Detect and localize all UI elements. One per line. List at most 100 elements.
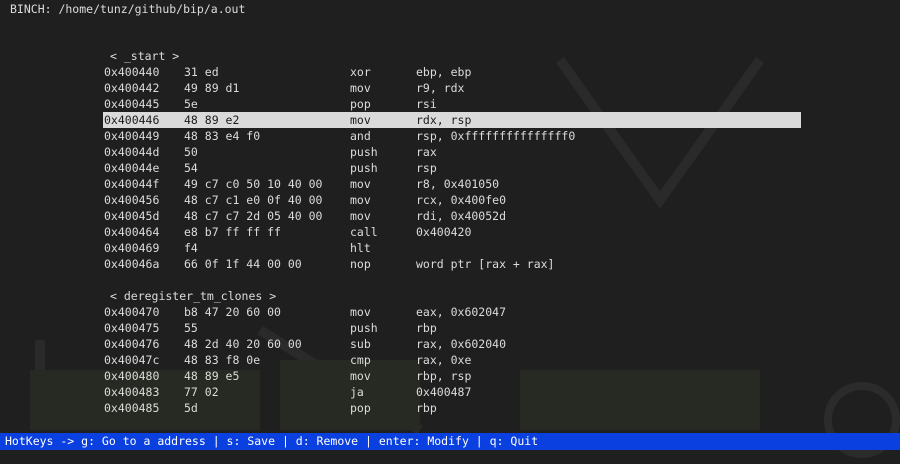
instruction-address: 0x400469 [104, 241, 160, 255]
instruction-operands: ebp, ebp [416, 65, 472, 79]
instruction-row[interactable]: 0x400464 e8 b7 ff ff ff call 0x400420 [0, 224, 900, 240]
instruction-bytes: 50 [184, 145, 198, 159]
instruction-row[interactable]: 0x40044d 50 push rax [0, 144, 900, 160]
instruction-row[interactable]: 0x400470 b8 47 20 60 00 mov eax, 0x602047 [0, 304, 900, 320]
instruction-operands: rcx, 0x400fe0 [416, 193, 507, 207]
instruction-address: 0x400480 [104, 369, 160, 383]
instruction-address: 0x400475 [104, 321, 160, 335]
instruction-bytes: 48 c7 c7 2d 05 40 00 [184, 209, 323, 223]
instruction-row-selected[interactable]: 0x400446 48 89 e2 mov rdx, rsp [103, 112, 801, 128]
instruction-address: 0x400449 [104, 129, 160, 143]
instruction-operands: rdi, 0x40052d [416, 209, 507, 223]
instruction-bytes: 66 0f 1f 44 00 00 [184, 257, 302, 271]
instruction-row[interactable]: 0x400475 55 push rbp [0, 320, 900, 336]
instruction-bytes: e8 b7 ff ff ff [184, 225, 281, 239]
window-title: BINCH: /home/tunz/github/bip/a.out [10, 2, 246, 16]
instruction-mnemonic: mov [350, 209, 371, 223]
instruction-row[interactable]: 0x400483 77 02 ja 0x400487 [0, 384, 900, 400]
instruction-bytes: 49 c7 c0 50 10 40 00 [184, 177, 323, 191]
instruction-mnemonic: mov [350, 113, 371, 127]
instruction-row[interactable]: 0x400469 f4 hlt [0, 240, 900, 256]
instruction-operands: rsp [416, 161, 437, 175]
instruction-mnemonic: sub [350, 337, 371, 351]
instruction-operands: 0x400487 [416, 385, 472, 399]
instruction-operands: 0x400420 [416, 225, 472, 239]
instruction-address: 0x40047c [104, 353, 160, 367]
instruction-address: 0x400442 [104, 81, 160, 95]
instruction-address: 0x400445 [104, 97, 160, 111]
instruction-address: 0x400476 [104, 337, 160, 351]
instruction-address: 0x400446 [104, 113, 160, 127]
instruction-row[interactable]: 0x40044e 54 push rsp [0, 160, 900, 176]
instruction-bytes: 31 ed [184, 65, 219, 79]
instruction-operands: r9, rdx [416, 81, 465, 95]
instruction-bytes: f4 [184, 241, 198, 255]
instruction-address: 0x40044d [104, 145, 160, 159]
instruction-mnemonic: nop [350, 257, 371, 271]
instruction-operands: rsp, 0xfffffffffffffff0 [416, 129, 576, 143]
instruction-row[interactable]: 0x400445 5e pop rsi [0, 96, 900, 112]
instruction-bytes: 48 2d 40 20 60 00 [184, 337, 302, 351]
instruction-address: 0x40045d [104, 209, 160, 223]
instruction-mnemonic: mov [350, 81, 371, 95]
instruction-row[interactable]: 0x40047c 48 83 f8 0e cmp rax, 0xe [0, 352, 900, 368]
instruction-address: 0x40046a [104, 257, 160, 271]
instruction-bytes: 54 [184, 161, 198, 175]
instruction-mnemonic: cmp [350, 353, 371, 367]
instruction-mnemonic: mov [350, 177, 371, 191]
hotkeys-bar: HotKeys -> g: Go to a address | s: Save … [0, 433, 900, 450]
instruction-mnemonic: push [350, 161, 378, 175]
instruction-operands: rbp [416, 321, 437, 335]
instruction-address: 0x400483 [104, 385, 160, 399]
instruction-mnemonic: mov [350, 305, 371, 319]
instruction-bytes: b8 47 20 60 00 [184, 305, 281, 319]
instruction-operands: rax, 0xe [416, 353, 472, 367]
instruction-row[interactable]: 0x40046a 66 0f 1f 44 00 00 nop word ptr [ra… [0, 256, 900, 272]
instruction-mnemonic: pop [350, 97, 371, 111]
instruction-bytes: 48 83 e4 f0 [184, 129, 261, 143]
instruction-mnemonic: and [350, 129, 371, 143]
instruction-row[interactable]: 0x400485 5d pop rbp [0, 400, 900, 416]
instruction-bytes: 5d [184, 401, 198, 415]
instruction-bytes: 48 89 e5 [184, 369, 240, 383]
instruction-row[interactable]: 0x40045d 48 c7 c7 2d 05 40 00 mov rdi, 0x40… [0, 208, 900, 224]
instruction-mnemonic: mov [350, 193, 371, 207]
instruction-row[interactable]: 0x400440 31 ed xor ebp, ebp [0, 64, 900, 80]
instruction-bytes: 49 89 d1 [184, 81, 240, 95]
instruction-operands: rax [416, 145, 437, 159]
disassembly-listing[interactable]: < _start >0x400440 31 ed xor ebp, ebp 0x4004… [0, 48, 900, 416]
instruction-address: 0x400485 [104, 401, 160, 415]
instruction-operands: rbp [416, 401, 437, 415]
instruction-address: 0x400470 [104, 305, 160, 319]
instruction-mnemonic: push [350, 145, 378, 159]
instruction-mnemonic: ja [350, 385, 364, 399]
instruction-row[interactable]: 0x400480 48 89 e5 mov rbp, rsp [0, 368, 900, 384]
instruction-mnemonic: pop [350, 401, 371, 415]
instruction-operands: rsi [416, 97, 437, 111]
instruction-operands: rax, 0x602040 [416, 337, 507, 351]
instruction-mnemonic: call [350, 225, 378, 239]
instruction-row[interactable]: 0x400456 48 c7 c1 e0 0f 40 00 mov rcx, 0x40… [0, 192, 900, 208]
instruction-mnemonic: xor [350, 65, 371, 79]
instruction-bytes: 48 89 e2 [184, 113, 240, 127]
instruction-address: 0x40044f [104, 177, 160, 191]
instruction-operands: r8, 0x401050 [416, 177, 500, 191]
instruction-row[interactable]: 0x400442 49 89 d1 mov r9, rdx [0, 80, 900, 96]
instruction-bytes: 48 83 f8 0e [184, 353, 261, 367]
instruction-row[interactable]: 0x400476 48 2d 40 20 60 00 sub rax, 0x60204… [0, 336, 900, 352]
instruction-operands: rdx, rsp [416, 113, 472, 127]
instruction-bytes: 55 [184, 321, 198, 335]
instruction-address: 0x400440 [104, 65, 160, 79]
instruction-address: 0x400456 [104, 193, 160, 207]
function-label: < deregister_tm_clones > [110, 289, 277, 303]
instruction-row[interactable]: 0x40044f 49 c7 c0 50 10 40 00 mov r8, 0x401… [0, 176, 900, 192]
instruction-bytes: 48 c7 c1 e0 0f 40 00 [184, 193, 323, 207]
instruction-operands: eax, 0x602047 [416, 305, 507, 319]
instruction-operands: word ptr [rax + rax] [416, 257, 555, 271]
instruction-row[interactable]: 0x400449 48 83 e4 f0 and rsp, 0xfffffffffff… [0, 128, 900, 144]
instruction-mnemonic: push [350, 321, 378, 335]
instruction-address: 0x40044e [104, 161, 160, 175]
instruction-mnemonic: hlt [350, 241, 371, 255]
instruction-address: 0x400464 [104, 225, 160, 239]
